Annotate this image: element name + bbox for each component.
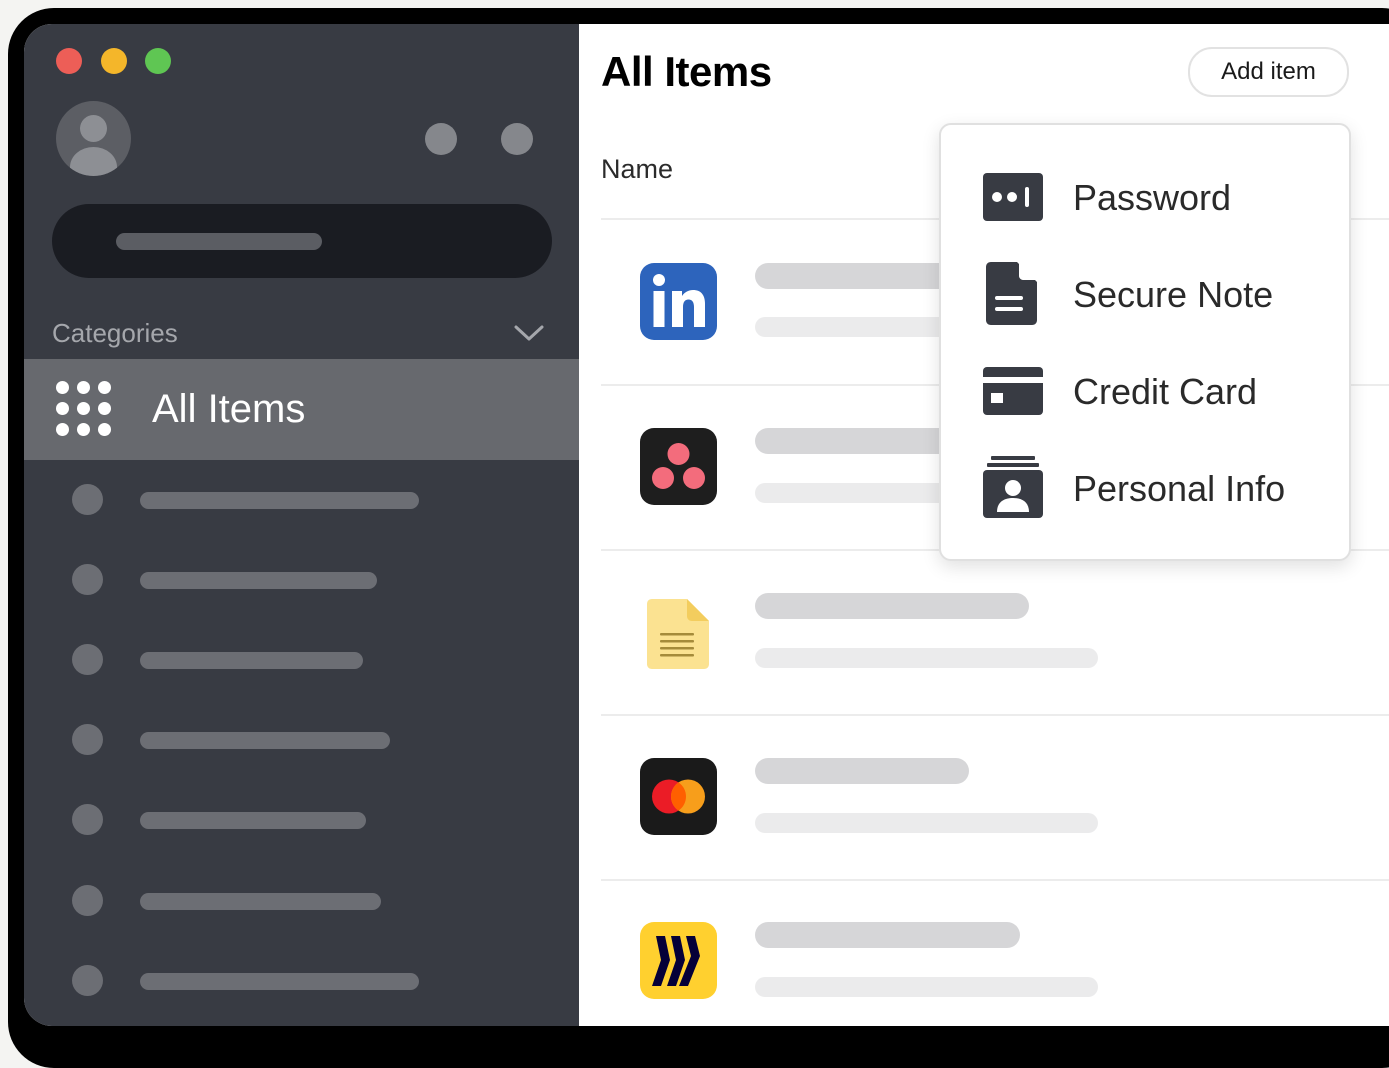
sidebar-item-placeholder: [140, 492, 419, 509]
credit-card-icon: [983, 367, 1043, 415]
document-icon: [986, 262, 1037, 325]
item-subtitle-placeholder: [755, 977, 1098, 997]
item-subtitle-placeholder: [755, 317, 955, 337]
item-title-placeholder: [755, 428, 955, 454]
sidebar-item-placeholder: [140, 812, 366, 829]
sidebar-item-placeholder: [140, 973, 419, 990]
divider: [601, 879, 1389, 881]
item-subtitle-placeholder: [755, 648, 1098, 668]
column-header-name[interactable]: Name: [601, 154, 673, 185]
menu-item-label: Password: [1073, 177, 1232, 218]
sidebar-item[interactable]: [24, 461, 579, 541]
sidebar-item-icon: [72, 965, 103, 996]
sidebar-item-label: All Items: [152, 387, 306, 431]
search-input[interactable]: [52, 204, 552, 278]
item-title-placeholder: [755, 263, 955, 289]
toolbar-button[interactable]: [501, 123, 533, 155]
linkedin-icon: [640, 263, 717, 340]
password-icon: [983, 173, 1043, 221]
sidebar-item[interactable]: [24, 942, 579, 1022]
note-icon: [640, 593, 717, 670]
sidebar-item[interactable]: [24, 781, 579, 861]
menu-item-label: Credit Card: [1073, 371, 1258, 412]
identity-card-icon: [983, 456, 1043, 518]
menu-item-label: Secure Note: [1073, 274, 1274, 315]
mastercard-icon: [640, 758, 717, 835]
sidebar-item-icon: [72, 484, 103, 515]
miro-icon: [640, 922, 717, 999]
add-item-menu: Password Secure Note Credit Card Persona…: [939, 123, 1351, 561]
main-panel: All Items Add item Name Password Secure …: [579, 24, 1389, 1026]
sidebar: Categories All Items: [24, 24, 579, 1026]
page-title: All Items: [601, 48, 772, 95]
sidebar-item-icon: [72, 564, 103, 595]
item-title-placeholder: [755, 593, 1029, 619]
avatar[interactable]: [56, 101, 131, 176]
zoom-window-button[interactable]: [145, 48, 171, 74]
close-window-button[interactable]: [56, 48, 82, 74]
avatar-body: [70, 147, 117, 176]
asana-icon: [640, 428, 717, 505]
item-subtitle-placeholder: [755, 813, 1098, 833]
sidebar-item[interactable]: [24, 862, 579, 942]
item-subtitle-placeholder: [755, 483, 955, 503]
sidebar-item-icon: [72, 724, 103, 755]
avatar-head: [80, 115, 107, 142]
menu-item-personal-info[interactable]: Personal Info: [941, 440, 1349, 536]
menu-item-label: Personal Info: [1073, 468, 1286, 509]
sidebar-item[interactable]: [24, 701, 579, 781]
item-title-placeholder: [755, 922, 1020, 948]
toolbar-button[interactable]: [425, 123, 457, 155]
sidebar-item-all-items[interactable]: All Items: [24, 359, 579, 460]
sidebar-item-placeholder: [140, 893, 381, 910]
menu-item-secure-note[interactable]: Secure Note: [941, 246, 1349, 342]
app-window: Categories All Items All Items Add item …: [24, 24, 1389, 1026]
grid-icon: [56, 381, 112, 437]
sidebar-item-placeholder: [140, 572, 377, 589]
add-item-button[interactable]: Add item: [1188, 47, 1349, 97]
chevron-down-icon[interactable]: [512, 316, 546, 350]
sidebar-item-icon: [72, 644, 103, 675]
menu-item-password[interactable]: Password: [941, 149, 1349, 245]
sidebar-item-placeholder: [140, 732, 390, 749]
minimize-window-button[interactable]: [101, 48, 127, 74]
search-placeholder: [116, 233, 322, 250]
sidebar-item-icon: [72, 885, 103, 916]
sidebar-item-icon: [72, 804, 103, 835]
sidebar-item[interactable]: [24, 621, 579, 701]
item-title-placeholder: [755, 758, 969, 784]
divider: [601, 714, 1389, 716]
categories-label: Categories: [52, 318, 178, 348]
sidebar-item-placeholder: [140, 652, 363, 669]
menu-item-credit-card[interactable]: Credit Card: [941, 343, 1349, 439]
sidebar-item[interactable]: [24, 541, 579, 621]
